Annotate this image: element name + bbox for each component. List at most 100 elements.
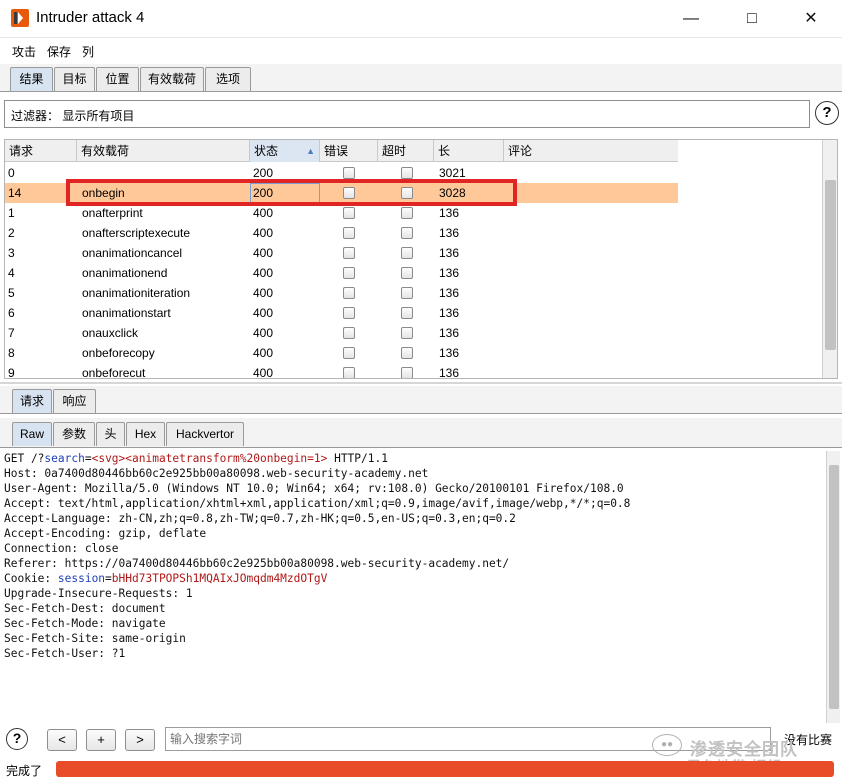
param-name: search <box>44 452 85 465</box>
checkbox-error <box>343 347 355 359</box>
tab-results[interactable]: 结果 <box>10 67 53 91</box>
request-text-segment: GET /? <box>4 452 45 465</box>
column-header-length[interactable]: 长 <box>434 140 504 162</box>
request-text-segment: Upgrade-Insecure-Requests: 1 <box>4 587 193 600</box>
menu-save[interactable]: 保存 <box>47 43 71 60</box>
tab-request[interactable]: 请求 <box>12 389 52 413</box>
help-icon: ? <box>12 730 22 746</box>
request-line: Accept: text/html,application/xhtml+xml,… <box>4 496 630 511</box>
table-row[interactable]: 1 onafterprint 400 136 <box>5 203 678 223</box>
column-header-status-label: 状态 <box>254 144 279 158</box>
tab-raw[interactable]: Raw <box>12 422 52 446</box>
column-header-comment[interactable]: 评论 <box>504 140 678 162</box>
cell-request: 14 <box>8 186 22 200</box>
request-line: Host: 0a7400d80446bb60c2e925bb00a80098.w… <box>4 466 630 481</box>
column-header-status[interactable]: 状态 ▲ <box>250 140 320 162</box>
table-row[interactable]: 8 onbeforecopy 400 136 <box>5 343 678 363</box>
request-line: Sec-Fetch-Mode: navigate <box>4 616 630 631</box>
table-row[interactable]: 9 onbeforecut 400 136 <box>5 363 678 379</box>
pane-splitter[interactable] <box>0 382 842 384</box>
cell-status: 400 <box>253 226 274 240</box>
cell-length: 136 <box>439 346 460 360</box>
wechat-logo-icon: ●● <box>652 734 682 756</box>
tab-options[interactable]: 选项 <box>205 67 251 91</box>
tab-headers[interactable]: 头 <box>96 422 125 446</box>
checkbox-timeout <box>401 207 413 219</box>
close-button[interactable]: ✕ <box>788 0 834 38</box>
cell-status: 400 <box>253 266 274 280</box>
param-value: <svg><animatetransform%20onbegin=1> <box>91 452 328 465</box>
checkbox-error <box>343 247 355 259</box>
maximize-icon: □ <box>747 10 757 27</box>
cell-length: 136 <box>439 226 460 240</box>
request-line: GET /?search=<svg><animatetransform%20on… <box>4 451 630 466</box>
next-match-button[interactable]: > <box>125 729 155 751</box>
minimize-button[interactable]: — <box>668 0 714 38</box>
title-bar: Intruder attack 4 — □ ✕ <box>0 0 842 38</box>
checkbox-timeout <box>401 227 413 239</box>
tab-payloads[interactable]: 有效载荷 <box>140 67 204 91</box>
request-text[interactable]: GET /?search=<svg><animatetransform%20on… <box>4 451 630 661</box>
request-text-segment: Referer: https://0a7400d80446bb60c2e925b… <box>4 557 510 570</box>
add-button[interactable]: + <box>86 729 116 751</box>
filter-bar[interactable]: 过滤器： 显示所有项目 <box>4 100 810 128</box>
status-text: 完成了 <box>6 764 43 778</box>
cell-payload: onafterprint <box>82 206 143 220</box>
request-editor[interactable]: GET /?search=<svg><animatetransform%20on… <box>0 451 826 721</box>
cell-status: 400 <box>253 286 274 300</box>
minimize-icon: — <box>683 10 699 27</box>
editor-help-button[interactable]: ? <box>6 728 28 750</box>
cell-payload: onbeforecopy <box>82 346 155 360</box>
checkbox-error <box>343 267 355 279</box>
menu-bar: 攻击 保存 列 <box>0 38 842 62</box>
request-text-segment: Sec-Fetch-Dest: document <box>4 602 166 615</box>
menu-attack[interactable]: 攻击 <box>12 43 36 60</box>
results-scrollbar-thumb[interactable] <box>825 180 836 350</box>
burp-app-icon <box>11 9 29 27</box>
cell-length: 136 <box>439 246 460 260</box>
cell-request: 9 <box>8 366 15 379</box>
results-tab-bar: 结果 目标 位置 有效载荷 选项 <box>0 64 842 92</box>
checkbox-error <box>343 367 355 378</box>
request-text-segment: Accept-Language: zh-CN,zh;q=0.8,zh-TW;q=… <box>4 512 516 525</box>
request-text-segment: HTTP/1.1 <box>327 452 388 465</box>
table-row[interactable]: 4 onanimationend 400 136 <box>5 263 678 283</box>
request-scrollbar[interactable] <box>826 451 840 723</box>
table-row[interactable]: 6 onanimationstart 400 136 <box>5 303 678 323</box>
tab-response[interactable]: 响应 <box>53 389 96 413</box>
table-row[interactable]: 7 onauxclick 400 136 <box>5 323 678 343</box>
param-value: bHHd73TPOPSh1MQAIxJOmqdm4MzdOTgV <box>111 572 328 585</box>
request-text-segment: Sec-Fetch-User: ?1 <box>4 647 126 660</box>
request-line: User-Agent: Mozilla/5.0 (Windows NT 10.0… <box>4 481 630 496</box>
maximize-button[interactable]: □ <box>729 0 775 38</box>
request-scrollbar-thumb[interactable] <box>829 465 839 709</box>
request-text-segment: = <box>84 452 92 465</box>
request-text-segment: User-Agent: Mozilla/5.0 (Windows NT 10.0… <box>4 482 624 495</box>
tab-positions[interactable]: 位置 <box>96 67 139 91</box>
checkbox-timeout <box>401 267 413 279</box>
view-tab-bar: Raw 参数 头 Hex Hackvertor <box>0 418 842 448</box>
results-scrollbar[interactable] <box>822 140 837 378</box>
column-header-request[interactable]: 请求 <box>5 140 77 162</box>
menu-columns[interactable]: 列 <box>82 43 94 60</box>
results-table: 请求 有效载荷 状态 ▲ 错误 超时 长 评论 0 200 3021 14 onbegi… <box>4 139 838 379</box>
table-row[interactable]: 2 onafterscriptexecute 400 136 <box>5 223 678 243</box>
column-header-payload[interactable]: 有效载荷 <box>77 140 250 162</box>
checkbox-error <box>343 287 355 299</box>
progress-fill <box>56 761 834 777</box>
help-button[interactable]: ? <box>815 101 839 125</box>
tab-target[interactable]: 目标 <box>54 67 95 91</box>
cell-payload: onanimationcancel <box>82 246 183 260</box>
cell-request: 0 <box>8 166 15 180</box>
column-header-timeout[interactable]: 超时 <box>378 140 434 162</box>
table-row[interactable]: 5 onanimationiteration 400 136 <box>5 283 678 303</box>
tab-hackvertor[interactable]: Hackvertor <box>166 422 244 446</box>
previous-match-button[interactable]: < <box>47 729 77 751</box>
cell-payload: onafterscriptexecute <box>82 226 191 240</box>
request-line: Sec-Fetch-User: ?1 <box>4 646 630 661</box>
column-header-error[interactable]: 错误 <box>320 140 378 162</box>
checkbox-timeout <box>401 287 413 299</box>
table-row[interactable]: 3 onanimationcancel 400 136 <box>5 243 678 263</box>
tab-params[interactable]: 参数 <box>53 422 95 446</box>
tab-hex[interactable]: Hex <box>126 422 165 446</box>
